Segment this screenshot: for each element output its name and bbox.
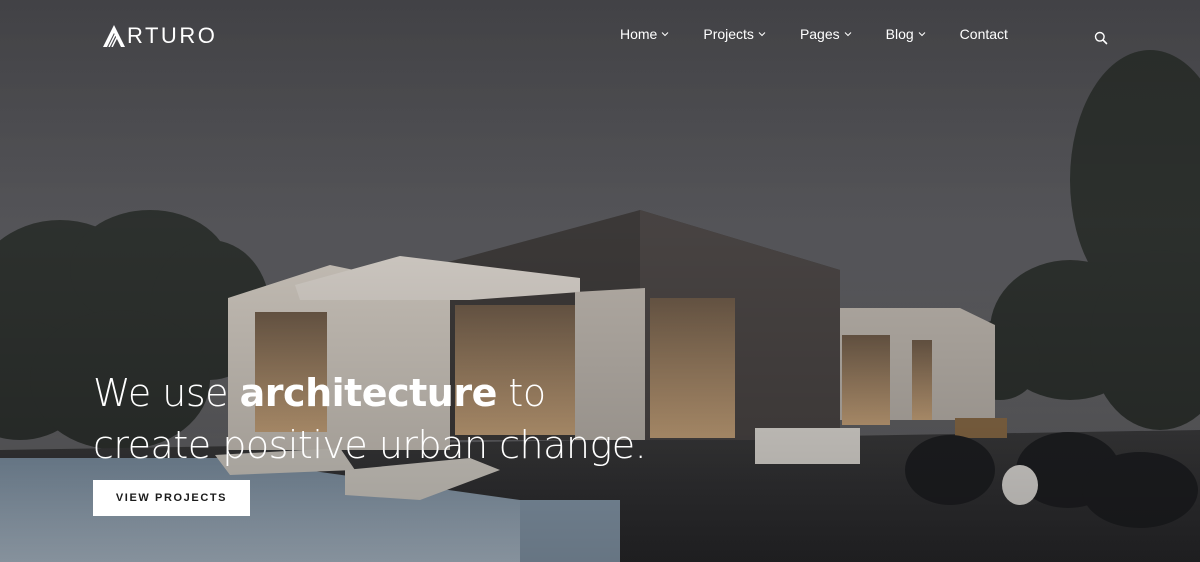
chevron-down-icon (758, 32, 766, 37)
logo-a-mark-icon (103, 25, 125, 47)
nav-item-projects[interactable]: Projects (703, 26, 766, 42)
nav-item-home[interactable]: Home (620, 26, 669, 42)
brand-logo[interactable]: RTURO (103, 23, 218, 48)
nav-item-label: Pages (799, 26, 840, 42)
chevron-down-icon (662, 32, 669, 37)
chevron-down-icon (918, 32, 926, 37)
nav-item-pages[interactable]: Pages (800, 26, 852, 42)
nav-item-label: Home (620, 26, 658, 42)
nav-item-blog[interactable]: Blog (886, 26, 926, 42)
hero-overlay (0, 0, 1200, 562)
headline-text: to (496, 371, 546, 415)
headline-text: We use (93, 371, 240, 415)
headline-line-2: create positive urban change. (93, 423, 647, 467)
headline-emphasis: architecture (239, 371, 498, 415)
logo-text: RTURO (127, 23, 218, 48)
hero-headline: We use architecture to create positive u… (93, 367, 647, 471)
nav-item-label: Blog (885, 26, 914, 42)
nav-item-label: Contact (959, 26, 1008, 42)
nav-item-contact[interactable]: Contact (960, 26, 1008, 42)
headline-line-1: We use architecture to (93, 371, 546, 415)
main-nav: Home Projects Pages Blog Contact (620, 26, 1042, 42)
chevron-down-icon (844, 32, 851, 37)
search-icon[interactable] (1094, 31, 1108, 45)
hero-section (0, 0, 1200, 562)
nav-item-label: Projects (703, 26, 754, 42)
view-projects-button[interactable]: VIEW PROJECTS (93, 480, 250, 516)
